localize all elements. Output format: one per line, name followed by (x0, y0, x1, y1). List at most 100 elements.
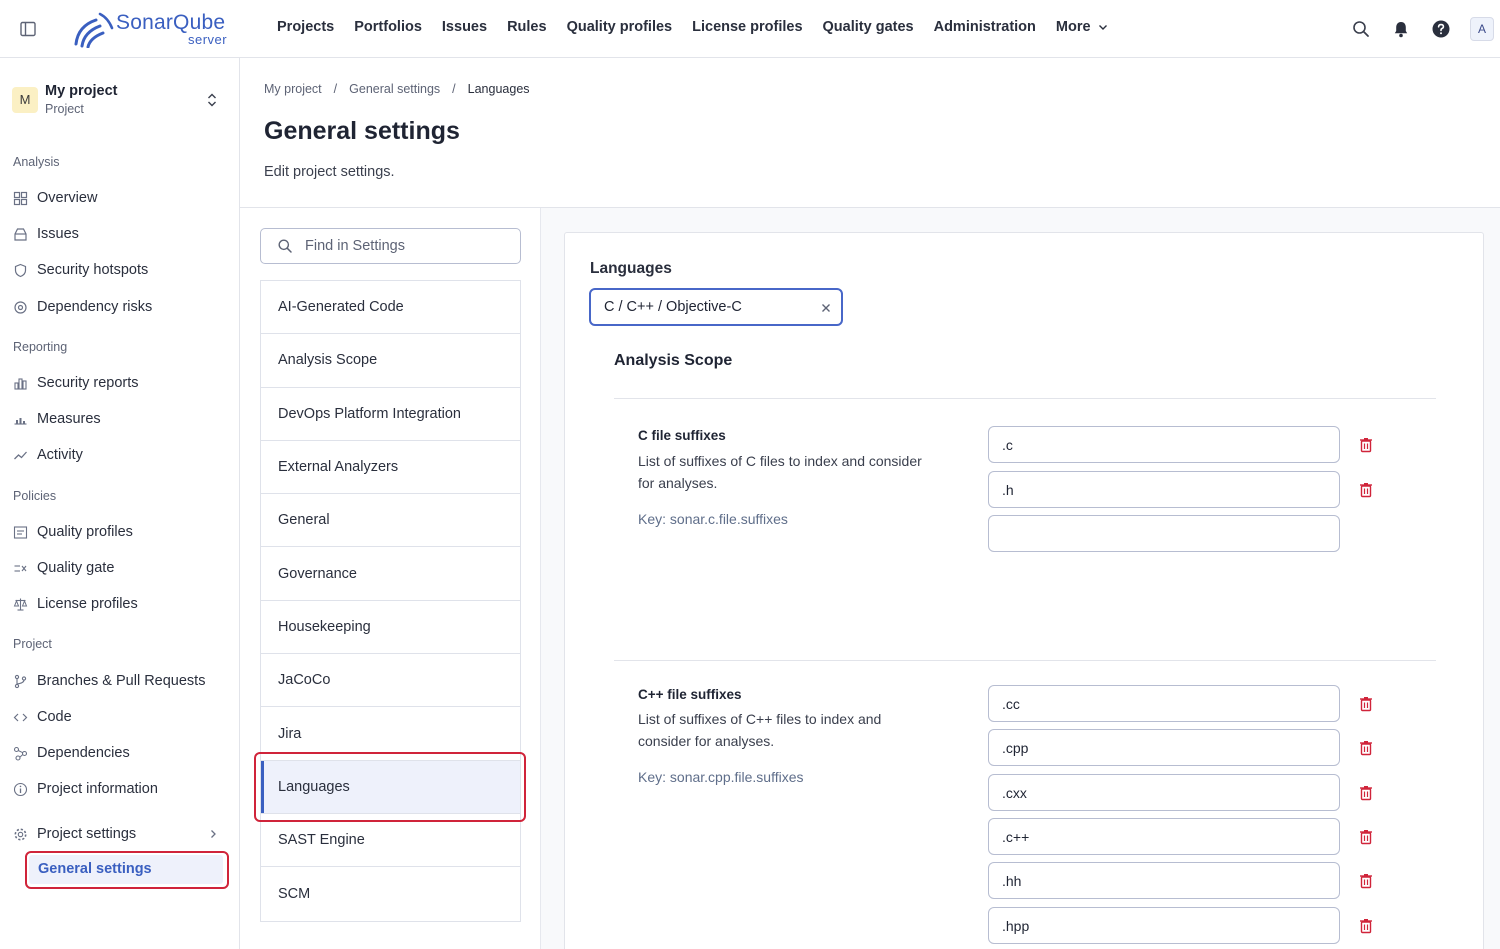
analysis-scope-title: Analysis Scope (614, 352, 733, 369)
c-suffix-new-input[interactable] (988, 515, 1340, 552)
close-icon[interactable] (820, 302, 832, 314)
sidebar-item-label: Issues (37, 226, 79, 242)
sidebar-item-label: Project settings (37, 826, 137, 842)
project-name[interactable]: My project (45, 83, 118, 99)
category-general[interactable]: General (261, 494, 520, 548)
breadcrumb-general-settings[interactable]: General settings (349, 82, 440, 96)
language-select[interactable]: C / C++ / Objective-C (589, 288, 843, 326)
cpp-suffix-input[interactable] (988, 685, 1340, 722)
breadcrumb: My project / General settings / Language… (264, 82, 530, 96)
activity-icon (13, 448, 28, 463)
trash-icon[interactable] (1359, 437, 1373, 453)
help-icon[interactable] (1431, 19, 1451, 39)
scale-icon (13, 597, 28, 612)
sidebar-item-activity[interactable]: Activity (13, 443, 83, 467)
category-governance[interactable]: Governance (261, 547, 520, 601)
cpp-suffix-input[interactable] (988, 907, 1340, 944)
cpp-suffix-input[interactable] (988, 774, 1340, 811)
setting-cpp-suffixes-name: C++ file suffixes (638, 687, 742, 702)
trash-icon[interactable] (1359, 482, 1373, 498)
info-icon (13, 782, 28, 797)
nav-portfolios[interactable]: Portfolios (354, 19, 422, 35)
languages-heading: Languages (590, 260, 672, 277)
top-bar: SonarQube server Projects Portfolios Iss… (0, 0, 1500, 58)
trash-icon[interactable] (1359, 873, 1373, 889)
setting-c-suffixes-key: Key: sonar.c.file.suffixes (638, 511, 788, 527)
nav-rules[interactable]: Rules (507, 19, 547, 35)
sidebar-item-label: Security reports (37, 375, 139, 391)
highlight-annotation (254, 752, 526, 822)
breadcrumb-separator: / (333, 82, 338, 96)
category-external-analyzers[interactable]: External Analyzers (261, 441, 520, 495)
user-avatar[interactable]: A (1470, 17, 1494, 41)
sidebar-item-label: Project information (37, 781, 158, 797)
c-suffix-input[interactable] (988, 471, 1340, 508)
chevron-up-down-icon[interactable] (205, 91, 219, 109)
sidebar-item-project-settings[interactable]: Project settings (13, 822, 136, 846)
nav-projects[interactable]: Projects (277, 19, 334, 35)
trash-icon[interactable] (1359, 829, 1373, 845)
breadcrumb-current: Languages (467, 82, 530, 96)
sidebar-item-label: Quality profiles (37, 524, 133, 540)
category-jacoco[interactable]: JaCoCo (261, 654, 520, 708)
sonarqube-logo[interactable]: SonarQube server (72, 8, 242, 52)
category-analysis-scope[interactable]: Analysis Scope (261, 334, 520, 388)
sidebar-item-label: Code (37, 709, 72, 725)
sidebar-item-label: Activity (37, 447, 83, 463)
breadcrumb-project[interactable]: My project (264, 82, 322, 96)
c-suffix-input[interactable] (988, 426, 1340, 463)
settings-search[interactable] (260, 228, 521, 264)
sidebar-item-security-hotspots[interactable]: Security hotspots (13, 258, 148, 282)
cpp-suffix-input[interactable] (988, 862, 1340, 899)
sidebar-item-security-reports[interactable]: Security reports (13, 371, 139, 395)
issues-icon (13, 227, 28, 242)
bell-icon[interactable] (1391, 19, 1411, 39)
sidebar-item-branches[interactable]: Branches & Pull Requests (13, 669, 205, 693)
sonar-waves-icon (72, 10, 114, 48)
category-housekeeping[interactable]: Housekeeping (261, 601, 520, 655)
sidebar-item-license-profiles[interactable]: License profiles (13, 592, 138, 616)
search-icon[interactable] (1351, 19, 1371, 39)
quality-profile-icon (13, 525, 28, 540)
settings-search-input[interactable] (305, 236, 505, 256)
sidebar-toggle-icon[interactable] (19, 20, 37, 38)
brand-edition: server (188, 32, 228, 47)
nav-more-label: More (1055, 19, 1091, 35)
cpp-suffix-input[interactable] (988, 729, 1340, 766)
code-icon (13, 710, 28, 725)
sidebar-item-project-information[interactable]: Project information (13, 777, 158, 801)
category-scm[interactable]: SCM (261, 867, 520, 920)
sidebar-item-overview[interactable]: Overview (13, 186, 97, 210)
quality-gate-icon (13, 561, 28, 576)
nav-quality-profiles[interactable]: Quality profiles (567, 19, 673, 35)
trash-icon[interactable] (1359, 740, 1373, 756)
trash-icon[interactable] (1359, 696, 1373, 712)
sidebar-item-issues[interactable]: Issues (13, 222, 79, 246)
category-devops-platform-integration[interactable]: DevOps Platform Integration (261, 388, 520, 441)
sidebar-item-quality-profiles[interactable]: Quality profiles (13, 520, 133, 544)
settings-category-list: AI-Generated Code Analysis Scope DevOps … (260, 280, 521, 922)
trash-icon[interactable] (1359, 785, 1373, 801)
nav-license-profiles[interactable]: License profiles (692, 19, 802, 35)
cpp-suffix-input[interactable] (988, 818, 1340, 855)
grid-icon (13, 191, 28, 206)
sidebar-item-measures[interactable]: Measures (13, 407, 101, 431)
gear-icon (13, 827, 28, 842)
nav-quality-gates[interactable]: Quality gates (823, 19, 914, 35)
category-ai-generated-code[interactable]: AI-Generated Code (261, 281, 520, 335)
sidebar-item-code[interactable]: Code (13, 705, 72, 729)
nav-issues[interactable]: Issues (442, 19, 487, 35)
nav-more[interactable]: More (1056, 19, 1109, 35)
sidebar-item-dependency-risks[interactable]: Dependency risks (13, 295, 152, 319)
sidebar-item-quality-gate[interactable]: Quality gate (13, 556, 114, 580)
sidebar-item-label: Quality gate (37, 560, 115, 576)
nav-administration[interactable]: Administration (934, 19, 1036, 35)
sidebar: M My project Project Analysis Overview I… (0, 58, 240, 949)
section-project: Project (13, 637, 52, 651)
sidebar-item-label: Security hotspots (37, 262, 149, 278)
sidebar-item-dependencies[interactable]: Dependencies (13, 741, 130, 765)
highlight-annotation (25, 851, 229, 889)
sidebar-item-label: Measures (37, 411, 101, 427)
dependency-risk-icon (13, 300, 28, 315)
trash-icon[interactable] (1359, 918, 1373, 934)
